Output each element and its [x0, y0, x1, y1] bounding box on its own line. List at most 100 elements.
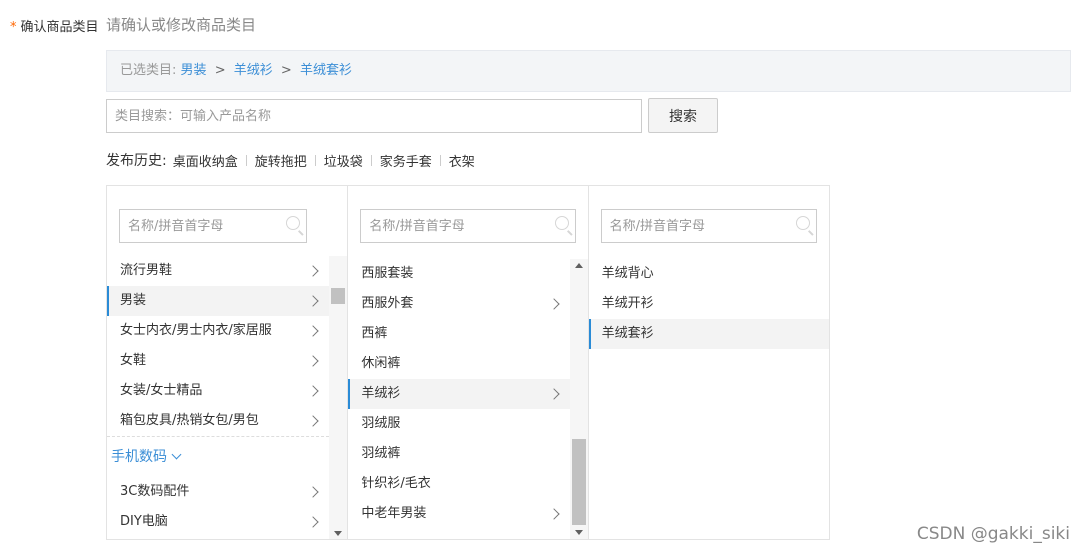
scroll-down-arrow[interactable]: [575, 530, 584, 535]
chevron-down-icon: [171, 449, 182, 460]
search-icon: [795, 216, 810, 230]
category-item[interactable]: 西服套装: [348, 259, 570, 289]
column-search-input[interactable]: [601, 210, 816, 242]
column-search[interactable]: [360, 209, 577, 243]
chevron-right-icon: [307, 295, 319, 307]
category-item-label: 羊绒套衫: [601, 326, 654, 341]
search-button[interactable]: 搜索: [648, 98, 718, 133]
history-item[interactable]: 旋转拖把: [255, 151, 307, 170]
selected-prefix: 已选类目:: [120, 63, 177, 78]
category-column-3: 羊绒背心 羊绒开衫 羊绒套衫: [588, 186, 829, 539]
category-item-label: 3C数码配件: [120, 484, 190, 499]
category-item[interactable]: DIY电脑: [107, 507, 329, 537]
history-item[interactable]: 衣架: [449, 151, 475, 170]
chevron-right-icon: [307, 415, 319, 427]
history-divider: [314, 154, 316, 166]
category-item[interactable]: 西服外套: [348, 289, 570, 319]
history-label: 发布历史:: [106, 153, 167, 169]
category-list: 西服套装 西服外套 西裤 休闲裤 羊绒衫 羽绒服 羽绒裤 针织衫/毛衣 中老年男…: [348, 259, 571, 529]
category-item-label: 女士内衣/男士内衣/家居服: [120, 323, 272, 338]
category-item-label: 羊绒背心: [601, 266, 654, 281]
category-item[interactable]: 箱包皮具/热销女包/男包: [107, 406, 329, 436]
history-divider: [370, 154, 372, 166]
scrollbar[interactable]: [570, 259, 589, 539]
category-item[interactable]: 女士内衣/男士内衣/家居服: [107, 316, 329, 346]
chevron-right-icon: [307, 325, 319, 337]
category-selector: 流行男鞋 男装 女士内衣/男士内衣/家居服 女鞋 女装/女士精品 箱包皮具/热销…: [106, 185, 830, 540]
category-column-1: 流行男鞋 男装 女士内衣/男士内衣/家居服 女鞋 女装/女士精品 箱包皮具/热销…: [107, 186, 349, 539]
category-item[interactable]: 3C数码配件: [107, 477, 329, 507]
crumb-level-3[interactable]: 羊绒套衫: [300, 63, 352, 78]
category-item-label: 男装: [120, 293, 147, 308]
category-item-label: 针织衫/毛衣: [361, 476, 431, 491]
category-list: 羊绒背心 羊绒开衫 羊绒套衫: [588, 259, 829, 349]
column-search-input[interactable]: [120, 210, 306, 242]
history-item[interactable]: 桌面收纳盒: [173, 151, 238, 170]
history-divider: [245, 154, 247, 166]
category-item[interactable]: 羊绒开衫: [589, 289, 829, 319]
chevron-right-icon: [307, 486, 319, 498]
category-item-label: 羊绒衫: [361, 386, 401, 401]
category-list: 流行男鞋 男装 女士内衣/男士内衣/家居服 女鞋 女装/女士精品 箱包皮具/热销…: [107, 256, 329, 537]
crumb-level-1[interactable]: 男装: [181, 63, 207, 78]
category-item-label: 羊绒开衫: [601, 296, 654, 311]
chevron-right-icon: [307, 355, 319, 367]
chevron-right-icon: [307, 516, 319, 528]
crumb-separator: >: [280, 63, 292, 78]
scrollbar[interactable]: [329, 256, 347, 539]
category-column-2: 西服套装 西服外套 西裤 休闲裤 羊绒衫 羽绒服 羽绒裤 针织衫/毛衣 中老年男…: [348, 186, 589, 539]
history-item[interactable]: 家务手套: [380, 151, 432, 170]
category-item-label: 西服套装: [361, 266, 414, 281]
selected-category-bar: 已选类目: 男装 > 羊绒衫 > 羊绒套衫: [106, 50, 1071, 92]
field-label-text: 确认商品类目: [20, 20, 99, 35]
watermark: CSDN @gakki_siki: [916, 524, 1070, 544]
search-icon: [286, 216, 300, 230]
category-item[interactable]: 中老年男装: [348, 499, 570, 529]
category-item-label: 中老年男装: [361, 506, 427, 521]
chevron-right-icon: [307, 265, 319, 277]
category-item[interactable]: 羽绒服: [348, 409, 570, 439]
field-label: * 确认商品类目: [10, 16, 99, 35]
category-item-label: 羽绒裤: [361, 446, 401, 461]
category-item[interactable]: 流行男鞋: [107, 256, 329, 286]
category-search-input[interactable]: [106, 99, 642, 133]
category-item[interactable]: 西裤: [348, 319, 570, 349]
history-item[interactable]: 垃圾袋: [324, 151, 363, 170]
category-item-label: 休闲裤: [361, 356, 401, 371]
column-search[interactable]: [600, 209, 817, 243]
scroll-down-arrow[interactable]: [334, 531, 342, 536]
category-item[interactable]: 针织衫/毛衣: [348, 469, 570, 499]
scrollbar-thumb[interactable]: [572, 439, 587, 525]
category-item[interactable]: 羊绒背心: [589, 259, 829, 289]
category-item-selected[interactable]: 男装: [107, 286, 329, 316]
crumb-level-2[interactable]: 羊绒衫: [234, 63, 273, 78]
category-item[interactable]: 女装/女士精品: [107, 376, 329, 406]
category-item-label: 西服外套: [361, 296, 414, 311]
category-item-label: 女鞋: [120, 353, 147, 368]
publish-history: 发布历史: 桌面收纳盒 旋转拖把 垃圾袋 家务手套 衣架: [106, 150, 475, 170]
field-hint: 请确认或修改商品类目: [106, 16, 257, 34]
history-divider: [439, 154, 441, 166]
column-search-input[interactable]: [361, 210, 576, 242]
category-item-label: DIY电脑: [120, 514, 168, 529]
category-item[interactable]: 休闲裤: [348, 349, 570, 379]
category-item-label: 西裤: [361, 326, 388, 341]
column-search[interactable]: [119, 209, 307, 243]
chevron-right-icon: [548, 388, 560, 400]
scroll-up-arrow[interactable]: [575, 263, 584, 268]
chevron-right-icon: [548, 298, 560, 310]
category-group-label: 手机数码: [111, 449, 167, 465]
chevron-right-icon: [548, 508, 560, 520]
category-group-toggle[interactable]: 手机数码: [107, 437, 329, 477]
category-item[interactable]: 女鞋: [107, 346, 329, 376]
required-mark: *: [10, 20, 17, 35]
category-item-label: 女装/女士精品: [120, 383, 203, 398]
category-item-selected[interactable]: 羊绒套衫: [588, 319, 829, 349]
category-item[interactable]: 羽绒裤: [348, 439, 570, 469]
scrollbar-thumb[interactable]: [331, 288, 345, 304]
crumb-separator: >: [214, 63, 226, 78]
category-item-label: 流行男鞋: [120, 263, 173, 278]
category-item-selected[interactable]: 羊绒衫: [348, 379, 571, 409]
chevron-right-icon: [307, 385, 319, 397]
category-item-label: 羽绒服: [361, 416, 401, 431]
